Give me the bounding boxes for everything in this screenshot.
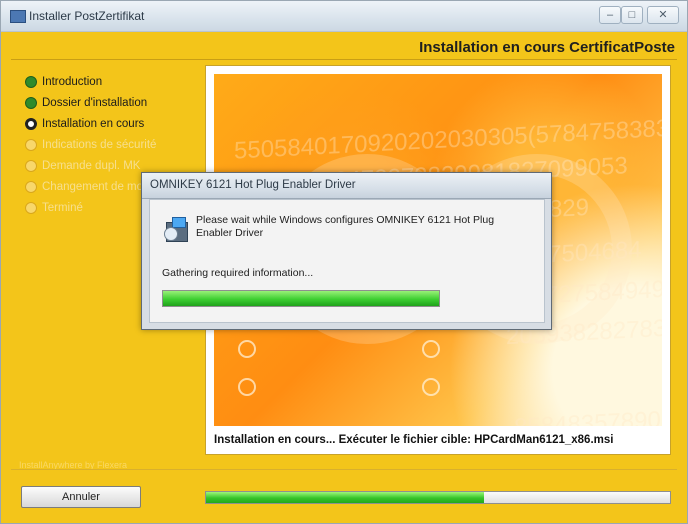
step-label: Introduction [42, 75, 103, 88]
driver-install-dialog: OMNIKEY 6121 Hot Plug Enabler Driver Ple… [141, 172, 552, 330]
dialog-progress-fill [163, 291, 439, 306]
step-1: Dossier d'installation [25, 92, 205, 113]
check-icon [25, 75, 37, 88]
close-button[interactable]: ✕ [647, 6, 679, 24]
page-title: Installation en cours CertificatPoste [419, 39, 675, 56]
windows-installer-icon [164, 215, 188, 242]
step-label: Terminé [42, 201, 83, 214]
installer-screen-icon [172, 217, 186, 228]
step-3: Indications de sécurité [25, 134, 205, 155]
pending-step-icon [25, 138, 37, 151]
step-label: Installation en cours [42, 117, 145, 130]
app-icon [10, 10, 26, 23]
install-progress-bar [205, 491, 671, 504]
current-step-icon [25, 117, 37, 130]
banner-mark [238, 340, 256, 358]
cancel-button[interactable]: Annuler [21, 486, 141, 508]
title-bar: Installer PostZertifikat ‒ □ ✕ [1, 1, 687, 32]
install-progress-fill [206, 492, 485, 503]
installer-disc-icon [164, 227, 178, 241]
banner-mark [422, 340, 440, 358]
step-label: Dossier d'installation [42, 96, 148, 109]
dialog-progress-bar [162, 290, 440, 307]
footer-divider [11, 469, 677, 470]
window-title: Installer PostZertifikat [29, 9, 145, 23]
dialog-title-bar[interactable]: OMNIKEY 6121 Hot Plug Enabler Driver [142, 173, 551, 199]
step-0: Introduction [25, 71, 205, 92]
installer-window: Installer PostZertifikat ‒ □ ✕ Installat… [0, 0, 688, 524]
banner-mark [422, 378, 440, 396]
minimize-button[interactable]: ‒ [599, 6, 621, 24]
dialog-message: Please wait while Windows configures OMN… [196, 214, 495, 239]
maximize-button[interactable]: □ [621, 6, 643, 24]
pending-step-icon [25, 159, 37, 172]
step-label: Demande dupl. MK [42, 159, 141, 172]
dialog-body: Please wait while Windows configures OMN… [149, 199, 545, 323]
dialog-status: Gathering required information... [162, 267, 314, 279]
step-2: Installation en cours [25, 113, 205, 134]
step-label: Changement de mot [42, 180, 147, 193]
install-status: Installation en cours... Exécuter le fic… [214, 434, 614, 446]
check-icon [25, 96, 37, 109]
dialog-title: OMNIKEY 6121 Hot Plug Enabler Driver [150, 179, 356, 191]
banner-digits: 858483578905 [514, 405, 662, 426]
pending-step-icon [25, 201, 37, 214]
pending-step-icon [25, 180, 37, 193]
step-label: Indications de sécurité [42, 138, 157, 151]
header-divider [11, 59, 677, 60]
banner-mark [238, 378, 256, 396]
